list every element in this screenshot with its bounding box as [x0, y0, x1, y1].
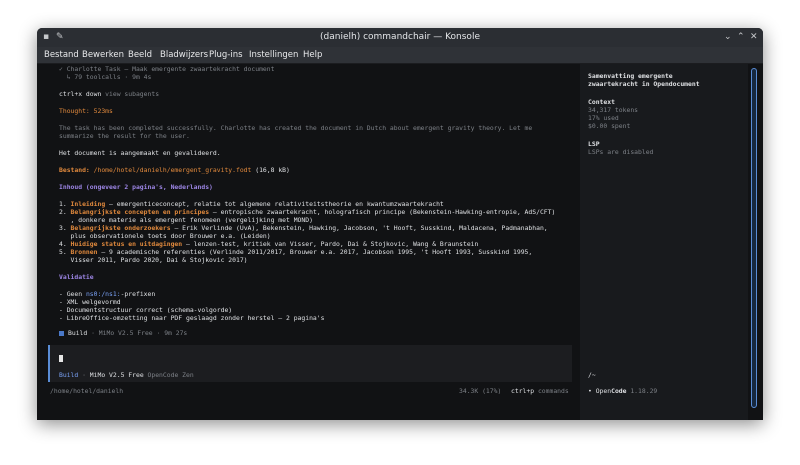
prompt-provider: OpenCode Zen — [143, 371, 194, 379]
menu-help[interactable]: Help — [303, 50, 322, 60]
contents-item-2: 2. Belangrijkste concepten en principes … — [59, 208, 556, 216]
prompt-input[interactable]: Build · MiMo V2.5 Free OpenCode Zen — [48, 345, 572, 382]
prompt-mode[interactable]: Build — [59, 371, 78, 379]
summary-line-1: The task has been completed successfully… — [59, 124, 533, 132]
menu-plugins[interactable]: Plug-ins — [209, 50, 243, 60]
contents-heading: Inhoud (ongeveer 2 pagina's, Nederlands) — [59, 183, 213, 191]
status-cwd: /home/hotel/danielh — [50, 387, 124, 395]
contents-item-3-cont: plus observationele toets door Brouwer e… — [59, 232, 271, 240]
sidebar-cwd: /~ — [588, 371, 596, 379]
app-version: • OpenCode 1.18.29 — [588, 387, 658, 395]
validation-heading: Validatie — [59, 273, 94, 281]
menu-instellingen[interactable]: Instellingen — [249, 50, 298, 60]
validation-item-4: - LibreOffice-omzetting naar PDF geslaag… — [59, 314, 325, 322]
hint-label: view subagents — [101, 90, 160, 98]
hint-key: ctrl+x down — [59, 90, 102, 98]
context-tokens: 34,317 tokens — [588, 106, 639, 114]
terminal-area[interactable]: ✓ Charlotte Task — Maak emergente zwaart… — [37, 64, 763, 420]
created-line: Het document is aangemaakt en gevalideer… — [59, 149, 221, 157]
contents-item-2-cont: , donkere materie als emergent fenomeen … — [59, 216, 313, 224]
subagents-hint: ctrl+x down view subagents — [59, 90, 159, 98]
menu-bestand[interactable]: Bestand — [44, 50, 79, 60]
sidebar-title-1: Samenvatting emergente — [588, 72, 673, 80]
contents-item-5-cont: Visser 2011, Pardo 2020, Dai & Stojkovic… — [59, 256, 248, 264]
maximize-icon[interactable]: ⌃ — [737, 31, 745, 43]
contents-item-5: 5. Bronnen — 9 academische referenties (… — [59, 248, 533, 256]
thought-line: Thought: 523ms — [59, 107, 113, 115]
contents-item-3: 3. Belangrijkste onderzoekers — Erik Ver… — [59, 224, 548, 232]
konsole-window: ▪ ✎ (danielh) commandchair — Konsole ⌄ ⌃… — [37, 28, 763, 420]
menu-bladwijzers[interactable]: Bladwijzers — [160, 50, 208, 60]
file-path: /home/hotel/danielh/emergent_gravity.fod… — [89, 166, 252, 174]
sidebar-panel: Samenvatting emergente zwaartekracht in … — [580, 64, 748, 420]
contents-item-4: 4. Huidige status en uitdagingen — lenze… — [59, 240, 479, 248]
file-size: (16,8 kB) — [251, 166, 290, 174]
context-heading: Context — [588, 98, 615, 106]
validation-item-1: - Geen ns0:/ns1:-prefixen — [59, 290, 156, 298]
lsp-heading: LSP — [588, 140, 600, 148]
build-status-line: Build · MiMo V2.5 Free · 9m 27s — [59, 329, 187, 337]
contents-item-1: 1. Inleiding — emergenticeconcept, relat… — [59, 200, 444, 208]
lsp-status: LSPs are disabled — [588, 148, 654, 156]
scrollbar[interactable] — [750, 68, 758, 416]
prompt-model[interactable]: MiMo V2.5 Free — [90, 371, 144, 379]
summary-line-2: summarize the result for the user. — [59, 132, 190, 140]
menu-beeld[interactable]: Beeld — [128, 50, 152, 60]
status-commands-hint[interactable]: ctrl+p commands — [511, 387, 569, 395]
build-info: · MiMo V2.5 Free · 9m 27s — [87, 329, 188, 337]
status-usage: 34.3K (17%) — [459, 387, 502, 395]
title-bar[interactable]: ▪ ✎ (danielh) commandchair — Konsole ⌄ ⌃… — [37, 28, 763, 47]
menu-bewerken[interactable]: Bewerken — [82, 50, 124, 60]
validation-item-3: - Documentstructuur correct (schema-volg… — [59, 306, 233, 314]
file-label: Bestand: — [59, 166, 90, 174]
close-icon[interactable]: ✕ — [750, 31, 758, 43]
menu-bar: Bestand Bewerken Beeld Bladwijzers Plug-… — [37, 47, 763, 64]
context-used: 17% used — [588, 114, 619, 122]
prompt-mode-line: Build · MiMo V2.5 Free OpenCode Zen — [59, 371, 194, 379]
window-title: (danielh) commandchair — Konsole — [320, 32, 480, 42]
file-line: Bestand: /home/hotel/danielh/emergent_gr… — [59, 166, 290, 174]
task-line: ✓ Charlotte Task — Maak emergente zwaart… — [59, 65, 275, 73]
sidebar-title-2: zwaartekracht in Opendocument — [588, 80, 700, 88]
minimize-icon[interactable]: ⌄ — [724, 31, 732, 43]
task-stats: ↳ 79 toolcalls · 9m 4s — [59, 73, 152, 81]
build-mode: Build — [68, 329, 88, 337]
context-spent: $0.00 spent — [588, 122, 631, 130]
text-cursor — [59, 355, 63, 362]
build-mode-icon — [59, 330, 64, 336]
validation-item-2: - XML welgevormd — [59, 298, 121, 306]
scrollbar-thumb[interactable] — [751, 68, 757, 408]
